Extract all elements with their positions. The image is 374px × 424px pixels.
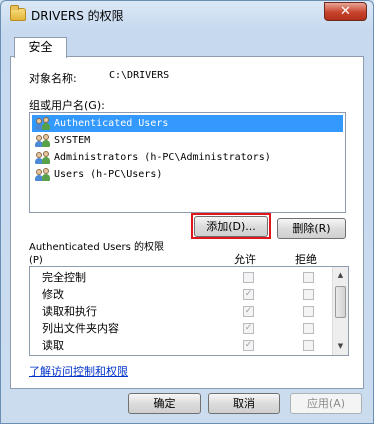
- permission-name: 修改: [42, 288, 64, 301]
- table-row: 修改 ✓: [30, 286, 330, 303]
- deny-checkbox[interactable]: [303, 323, 314, 334]
- cancel-button[interactable]: 取消: [208, 393, 280, 414]
- add-button[interactable]: 添加(D)...: [194, 216, 268, 237]
- title-bar[interactable]: DRIVERS 的权限 ✕: [1, 1, 373, 31]
- permission-name: 读取: [42, 339, 64, 352]
- permissions-label: Authenticated Users 的权限 (P): [29, 241, 164, 267]
- close-button[interactable]: ✕: [324, 2, 367, 21]
- allow-checkbox[interactable]: ✓: [243, 289, 254, 300]
- user-name: Users (h-PC\Users): [54, 169, 163, 180]
- window-title: DRIVERS 的权限: [31, 9, 124, 23]
- table-row: 列出文件夹内容 ✓: [30, 320, 330, 337]
- user-list[interactable]: Authenticated Users SYSTEM Administrator…: [29, 112, 346, 213]
- permissions-scrollbar[interactable]: ▲ ▼: [332, 267, 348, 355]
- scroll-down-icon[interactable]: ▼: [333, 339, 348, 354]
- deny-column-header: 拒绝: [295, 253, 317, 266]
- ok-button[interactable]: 确定: [128, 393, 201, 414]
- deny-checkbox[interactable]: [303, 289, 314, 300]
- permissions-table: 完全控制 修改 ✓ 读取和执行 ✓ 列出文件夹内容 ✓ 读取 ✓ ▲ ▼: [29, 266, 349, 356]
- users-icon: [35, 117, 51, 130]
- deny-checkbox[interactable]: [303, 272, 314, 283]
- remove-button[interactable]: 删除(R): [277, 218, 346, 239]
- permission-name: 完全控制: [42, 271, 86, 284]
- allow-column-header: 允许: [234, 253, 256, 266]
- allow-checkbox[interactable]: [243, 272, 254, 283]
- object-name-value: C:\DRIVERS: [109, 70, 170, 81]
- scroll-up-icon[interactable]: ▲: [333, 268, 348, 283]
- permission-name: 读取和执行: [42, 305, 97, 318]
- user-name: Authenticated Users: [54, 118, 169, 129]
- users-icon: [35, 134, 51, 147]
- apply-button[interactable]: 应用(A): [290, 393, 362, 414]
- table-row: 读取和执行 ✓: [30, 303, 330, 320]
- list-item[interactable]: Authenticated Users: [32, 115, 343, 132]
- folder-icon: [10, 5, 26, 21]
- allow-checkbox[interactable]: ✓: [243, 340, 254, 351]
- list-item[interactable]: Administrators (h-PC\Administrators): [32, 149, 343, 166]
- permission-name: 列出文件夹内容: [42, 322, 119, 335]
- tab-security[interactable]: 安全: [14, 37, 67, 58]
- permissions-dialog: DRIVERS 的权限 ✕ 安全 对象名称: C:\DRIVERS 组或用户名(…: [0, 0, 374, 424]
- deny-checkbox[interactable]: [303, 340, 314, 351]
- object-name-label: 对象名称:: [29, 72, 77, 85]
- users-icon: [35, 168, 51, 181]
- users-icon: [35, 151, 51, 164]
- help-link[interactable]: 了解访问控制和权限: [29, 363, 128, 379]
- list-item[interactable]: SYSTEM: [32, 132, 343, 149]
- permissions-label-line1: Authenticated Users 的权限: [29, 242, 165, 253]
- allow-checkbox[interactable]: ✓: [243, 306, 254, 317]
- allow-checkbox[interactable]: ✓: [243, 323, 254, 334]
- user-name: Administrators (h-PC\Administrators): [54, 152, 271, 163]
- group-list-label: 组或用户名(G):: [29, 99, 105, 112]
- table-row: 读取 ✓: [30, 337, 330, 354]
- table-row: 完全控制: [30, 269, 330, 286]
- user-name: SYSTEM: [54, 135, 91, 146]
- scroll-thumb[interactable]: [335, 286, 346, 318]
- deny-checkbox[interactable]: [303, 306, 314, 317]
- list-item[interactable]: Users (h-PC\Users): [32, 166, 343, 183]
